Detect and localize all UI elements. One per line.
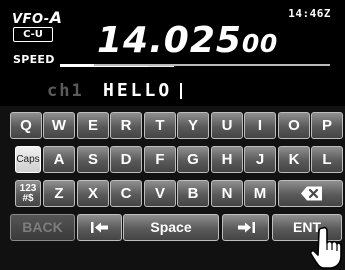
utc-time: 14:46Z: [288, 7, 331, 20]
key-s[interactable]: S: [77, 146, 109, 173]
key-v[interactable]: V: [144, 180, 176, 207]
mode-badge: C-U: [13, 27, 53, 42]
backspace-icon: [300, 186, 322, 201]
cursor-left-button[interactable]: [77, 214, 122, 241]
frequency-readout: 14.02500: [97, 20, 278, 61]
vfo-indicator: VFO-A: [12, 8, 63, 27]
symbol-key-bottom: #$: [22, 193, 34, 204]
cursor-right-icon: [237, 222, 255, 233]
on-screen-keyboard: Q W E R T Y U I O P Caps A S D F G H J K…: [0, 106, 345, 270]
key-h[interactable]: H: [211, 146, 243, 173]
key-a[interactable]: A: [43, 146, 75, 173]
vfo-prefix: VFO-: [12, 12, 50, 27]
frequency-underline: [94, 64, 330, 66]
key-j[interactable]: J: [244, 146, 276, 173]
text-cursor: [180, 83, 182, 99]
key-k[interactable]: K: [278, 146, 310, 173]
hand-pointer-icon: [309, 226, 342, 269]
space-key[interactable]: Space: [123, 214, 219, 241]
key-g[interactable]: G: [177, 146, 209, 173]
back-button[interactable]: BACK: [10, 214, 75, 241]
backspace-key[interactable]: [278, 180, 343, 207]
key-m[interactable]: M: [244, 180, 276, 207]
key-i[interactable]: I: [244, 112, 276, 139]
key-x[interactable]: X: [77, 180, 109, 207]
vfo-letter: A: [49, 8, 63, 27]
key-b[interactable]: B: [177, 180, 209, 207]
key-y[interactable]: Y: [177, 112, 209, 139]
key-d[interactable]: D: [110, 146, 142, 173]
frequency-display: VFO-A C-U SPEED 14:46Z 14.02500: [0, 0, 345, 80]
channel-label: ch1: [47, 81, 84, 101]
text-entry-field[interactable]: ch1 HELLO: [0, 80, 345, 104]
symbol-key[interactable]: 123 #$: [15, 180, 41, 207]
key-t[interactable]: T: [144, 112, 176, 139]
frequency-sub: 00: [241, 29, 278, 58]
key-n[interactable]: N: [211, 180, 243, 207]
key-u[interactable]: U: [211, 112, 243, 139]
frequency-main: 14.025: [97, 20, 242, 61]
cursor-left-icon: [90, 222, 108, 233]
key-z[interactable]: Z: [43, 180, 75, 207]
entry-text: HELLO: [103, 80, 173, 101]
key-f[interactable]: F: [144, 146, 176, 173]
key-e[interactable]: E: [77, 112, 109, 139]
key-o[interactable]: O: [278, 112, 310, 139]
key-r[interactable]: R: [110, 112, 142, 139]
cursor-right-button[interactable]: [222, 214, 269, 241]
speed-label: SPEED: [13, 53, 55, 66]
caps-key[interactable]: Caps: [15, 146, 41, 173]
key-l[interactable]: L: [311, 146, 343, 173]
key-w[interactable]: W: [43, 112, 75, 139]
key-q[interactable]: Q: [10, 112, 42, 139]
radio-screen: VFO-A C-U SPEED 14:46Z 14.02500 ch1 HELL…: [0, 0, 345, 270]
key-p[interactable]: P: [311, 112, 343, 139]
key-c[interactable]: C: [110, 180, 142, 207]
